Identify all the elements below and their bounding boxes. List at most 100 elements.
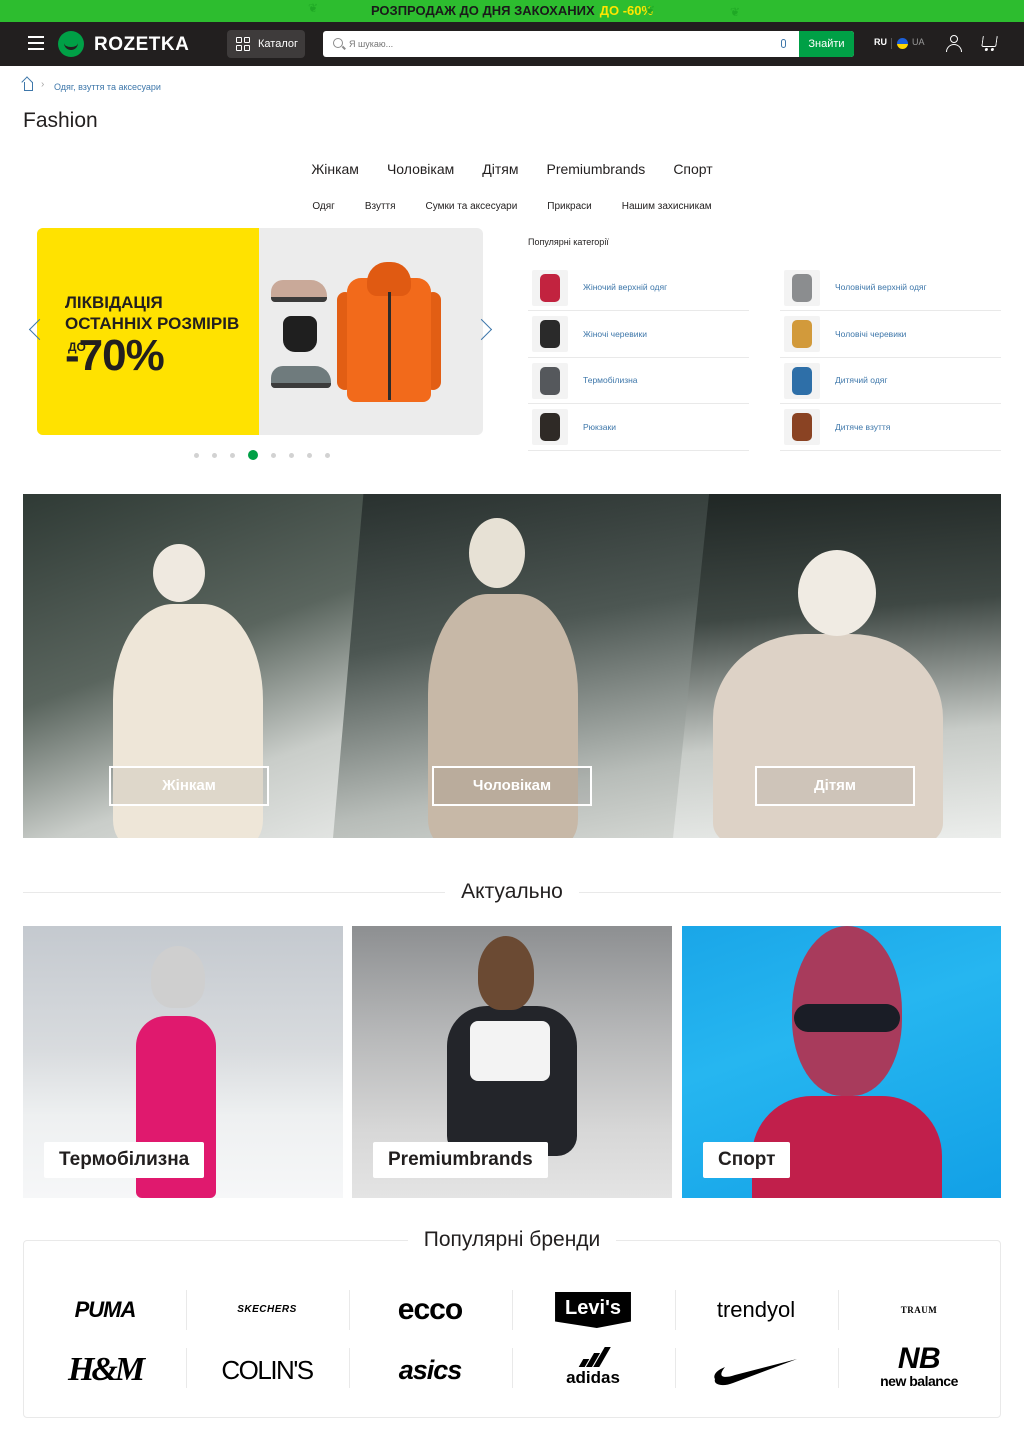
tile-figure-head xyxy=(151,946,205,1008)
banner-prefix: ДО xyxy=(68,340,86,354)
carousel-dot[interactable] xyxy=(230,452,235,458)
tab-kids[interactable]: Дітям xyxy=(468,160,532,178)
brand-divider xyxy=(349,1348,350,1388)
adidas-stripes-icon xyxy=(578,1346,611,1367)
subtab-defenders[interactable]: Нашим захисникам xyxy=(607,200,727,214)
subtab-clothes[interactable]: Одяг xyxy=(297,200,349,214)
carousel-dot[interactable] xyxy=(212,452,217,458)
brand-divider xyxy=(838,1290,839,1330)
carousel-dot[interactable] xyxy=(307,452,312,458)
popular-category-item[interactable]: Рюкзаки xyxy=(528,405,749,451)
hero-kids-button[interactable]: Дітям xyxy=(755,766,915,806)
promo-carousel-slide[interactable]: ЛІКВІДАЦІЯ ОСТАННІХ РОЗМІРІВ -70% ДО xyxy=(37,228,483,435)
carousel-next-arrow-icon[interactable] xyxy=(480,318,492,342)
brand-skechers[interactable]: SKECHERS xyxy=(186,1288,348,1332)
brand-divider xyxy=(512,1290,513,1330)
tab-sport[interactable]: Спорт xyxy=(659,160,726,178)
tab-men[interactable]: Чоловікам xyxy=(373,160,468,178)
tile-thermal-button[interactable]: Термобілизна xyxy=(44,1142,205,1178)
subtab-bags[interactable]: Сумки та аксесуари xyxy=(411,200,533,214)
hero-women-button[interactable]: Жінкам xyxy=(109,766,269,806)
microphone-icon[interactable] xyxy=(781,39,786,48)
carousel-dot[interactable] xyxy=(325,452,330,458)
catalog-button[interactable]: Каталог xyxy=(227,30,305,58)
brand-colins[interactable]: COLIN'S xyxy=(186,1348,348,1392)
brand-trendyol[interactable]: trendyol xyxy=(675,1288,837,1332)
language-ru[interactable]: RU xyxy=(874,38,887,47)
carousel-dot[interactable] xyxy=(194,452,199,458)
brand-puma[interactable]: PUMA xyxy=(24,1288,186,1332)
swim-goggles xyxy=(794,1004,900,1032)
brand-hm[interactable]: H&M xyxy=(24,1348,186,1392)
carousel-dot[interactable] xyxy=(248,450,258,460)
catalog-label: Каталог xyxy=(258,37,298,50)
brand-ecco[interactable]: ecco xyxy=(349,1288,511,1332)
man-head xyxy=(469,518,525,588)
brand-new-balance-logo: new balance xyxy=(880,1373,958,1389)
brand-skechers-logo: SKECHERS xyxy=(237,1304,297,1315)
top-header: ROZETKA Каталог Знайти RU UA xyxy=(0,22,1024,66)
popular-category-item[interactable]: Жіночі черевики xyxy=(528,312,749,358)
brand-divider xyxy=(675,1348,676,1388)
search-icon xyxy=(333,38,343,48)
brand-hm-logo: H&M xyxy=(67,1351,145,1388)
category-thumbnail xyxy=(784,362,820,399)
catalog-grid-icon xyxy=(236,37,250,51)
chevron-right-icon: › xyxy=(41,79,45,90)
tab-premiumbrands[interactable]: Premiumbrands xyxy=(532,160,659,178)
carousel-dot[interactable] xyxy=(271,452,276,458)
brand-traum[interactable]: TRAUM xyxy=(838,1288,1000,1332)
brand-levis[interactable]: Levi's xyxy=(512,1288,674,1332)
leaf-icon: ❦ xyxy=(730,5,741,19)
category-thumbnail xyxy=(784,269,820,306)
language-ua[interactable]: UA xyxy=(912,38,925,47)
brand-new-balance[interactable]: NB new balance xyxy=(838,1342,1000,1389)
logo[interactable]: ROZETKA xyxy=(58,28,189,60)
carousel-dot[interactable] xyxy=(289,452,294,458)
page-title: Fashion xyxy=(23,109,98,132)
category-thumbnail xyxy=(532,409,568,445)
user-icon[interactable] xyxy=(946,35,962,52)
menu-icon[interactable] xyxy=(28,36,44,50)
brand-nike[interactable] xyxy=(675,1348,837,1392)
brand-asics[interactable]: asics xyxy=(349,1348,511,1392)
popular-category-item[interactable]: Жіночий верхній одяг xyxy=(528,265,749,311)
popular-category-label: Жіночі черевики xyxy=(583,328,647,339)
search-button[interactable]: Знайти xyxy=(799,31,854,57)
tab-women[interactable]: Жінкам xyxy=(297,160,373,178)
subtab-jewelry[interactable]: Прикраси xyxy=(532,200,606,214)
popular-category-item[interactable]: Термобілизна xyxy=(528,358,749,404)
carousel-prev-arrow-icon[interactable] xyxy=(28,318,40,342)
promo-text: РОЗПРОДАЖ ДО ДНЯ ЗАКОХАНИХ xyxy=(370,3,595,18)
promo-banner[interactable]: ❦ ❦ ❦ РОЗПРОДАЖ ДО ДНЯ ЗАКОХАНИХ ДО -60% xyxy=(0,0,1024,22)
popular-category-item[interactable]: Чоловічі черевики xyxy=(780,312,1001,358)
popular-category-label: Рюкзаки xyxy=(583,421,616,432)
cart-icon[interactable] xyxy=(981,36,998,47)
popular-category-item[interactable]: Дитяче взуття xyxy=(780,405,1001,451)
tile-figure-head xyxy=(478,936,534,1010)
category-thumbnail xyxy=(784,316,820,352)
carousel-dots xyxy=(194,450,343,460)
leaf-icon: ❦ xyxy=(308,1,319,15)
woman-head xyxy=(153,544,205,602)
breadcrumb-link[interactable]: Одяг, взуття та аксесуари xyxy=(54,83,161,92)
home-icon[interactable] xyxy=(24,82,33,91)
nb-mark-icon: NB xyxy=(897,1342,941,1375)
tile-sport-button[interactable]: Спорт xyxy=(703,1142,791,1178)
search-input[interactable] xyxy=(349,31,789,57)
logo-icon xyxy=(58,31,84,57)
popular-category-label: Чоловічий верхній одяг xyxy=(835,282,927,293)
tile-premiumbrands-button[interactable]: Premiumbrands xyxy=(373,1142,548,1178)
brand-adidas[interactable]: adidas xyxy=(512,1344,674,1388)
hiking-shoe-image xyxy=(271,366,331,388)
gloves-image xyxy=(283,316,317,352)
brand-trendyol-logo: trendyol xyxy=(716,1297,796,1322)
language-divider xyxy=(891,38,892,49)
brand-colins-logo: COLIN'S xyxy=(221,1355,314,1385)
popular-category-item[interactable]: Дитячий одяг xyxy=(780,358,1001,404)
subtab-shoes[interactable]: Взуття xyxy=(350,200,411,214)
popular-category-item[interactable]: Чоловічий верхній одяг xyxy=(780,265,1001,311)
hero-men-button[interactable]: Чоловікам xyxy=(432,766,592,806)
search-bar: Знайти xyxy=(323,31,854,57)
section-title-actual: Актуально xyxy=(0,880,1024,903)
